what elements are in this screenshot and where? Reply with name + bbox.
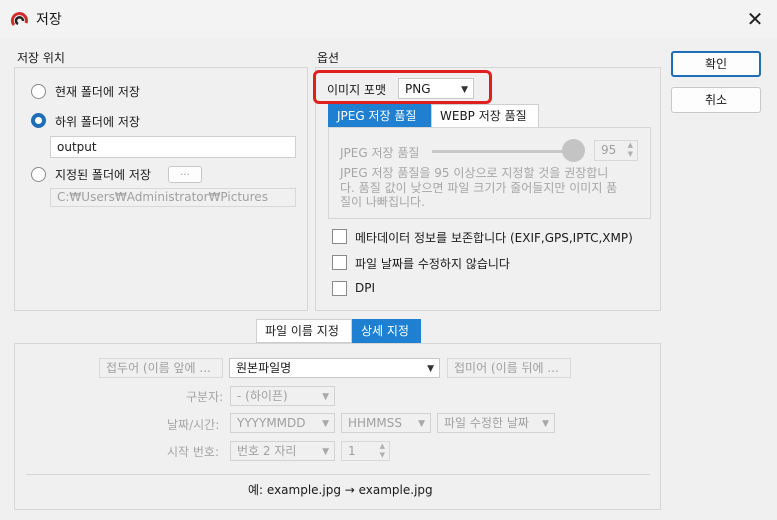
- base-name-select[interactable]: 원본파일명 ▼: [229, 358, 440, 378]
- quality-slider-track: [432, 150, 582, 153]
- tab-jpeg-quality[interactable]: JPEG 저장 품질: [328, 104, 431, 128]
- separator-value: - (하이픈): [237, 389, 288, 403]
- suffix-input[interactable]: 접미어 (이름 뒤에 ...: [447, 358, 571, 378]
- title-bar: 저장 ✕: [0, 0, 777, 38]
- separator-select[interactable]: - (하이픈) ▼: [230, 386, 335, 406]
- radio-current-folder-label: 현재 폴더에 저장: [55, 85, 140, 99]
- radio-current-folder[interactable]: [31, 84, 46, 99]
- radio-subfolder-label: 하위 폴더에 저장: [55, 115, 140, 129]
- digits-select[interactable]: 번호 2 자리 ▼: [230, 441, 335, 461]
- chevron-down-icon: ▼: [322, 419, 329, 429]
- quality-label: JPEG 저장 품질: [340, 146, 420, 160]
- chevron-down-icon: ▼: [427, 364, 434, 374]
- date-source-select[interactable]: 파일 수정한 날짜 ▼: [437, 413, 555, 433]
- spinner-arrows-icon: ▲ ▼: [379, 442, 385, 459]
- radio-subfolder[interactable]: [31, 113, 46, 128]
- folder-path-input[interactable]: C:₩Users₩Administrator₩Pictures: [50, 188, 296, 207]
- quality-slider-thumb[interactable]: [562, 139, 585, 162]
- tab-file-naming[interactable]: 파일 이름 지정: [256, 319, 352, 343]
- quality-spinner[interactable]: 95 ▲ ▼: [594, 140, 638, 161]
- spinner-arrows-icon: ▲ ▼: [627, 141, 633, 158]
- format-select[interactable]: PNG ▼: [398, 78, 474, 99]
- base-name-value: 원본파일명: [236, 361, 292, 375]
- date-format-select[interactable]: YYYYMMDD ▼: [230, 413, 335, 433]
- chevron-down-icon: ▼: [322, 447, 329, 457]
- browse-button[interactable]: ...: [168, 166, 202, 183]
- start-number-value: 1: [348, 444, 356, 458]
- prefix-input[interactable]: 접두어 (이름 앞에 ...: [99, 358, 223, 378]
- location-group-title: 저장 위치: [17, 51, 65, 65]
- chevron-down-icon: ▼: [418, 419, 425, 429]
- date-format-value: YYYYMMDD: [237, 416, 306, 430]
- window-title: 저장: [36, 12, 62, 28]
- chevron-down-icon: ▼: [461, 85, 468, 95]
- metadata-checkbox[interactable]: [332, 229, 347, 244]
- subfolder-input[interactable]: output: [50, 136, 296, 158]
- digits-value: 번호 2 자리: [237, 444, 297, 458]
- cancel-button[interactable]: 취소: [671, 87, 761, 113]
- radio-custom-folder[interactable]: [31, 167, 46, 182]
- metadata-checkbox-label: 메타데이터 정보를 보존합니다 (EXIF,GPS,IPTC,XMP): [355, 231, 633, 245]
- ok-button[interactable]: 확인: [671, 51, 761, 77]
- format-select-value: PNG: [405, 82, 431, 96]
- dpi-checkbox-label: DPI: [355, 281, 376, 295]
- quality-hint-line-3: 질이 나빠집니다.: [340, 195, 425, 209]
- options-group-title: 옵션: [317, 51, 340, 65]
- time-format-select[interactable]: HHMMSS ▼: [341, 413, 431, 433]
- keep-date-checkbox-label: 파일 날짜를 수정하지 않습니다: [355, 257, 510, 271]
- app-logo-icon: [10, 12, 28, 26]
- divider: [26, 474, 650, 475]
- format-label: 이미지 포맷: [327, 83, 387, 97]
- dpi-checkbox[interactable]: [332, 281, 347, 296]
- time-format-value: HHMMSS: [348, 416, 402, 430]
- tab-advanced[interactable]: 상세 지정: [352, 319, 421, 343]
- date-source-value: 파일 수정한 날짜: [444, 416, 529, 430]
- quality-spinner-value: 95: [601, 143, 617, 157]
- tab-webp-quality[interactable]: WEBP 저장 품질: [431, 104, 539, 128]
- start-number-spinner[interactable]: 1 ▲ ▼: [341, 441, 390, 461]
- start-number-label: 시작 번호:: [167, 445, 220, 459]
- chevron-down-icon: ▼: [322, 392, 329, 402]
- datetime-label: 날짜/시간:: [167, 418, 220, 432]
- close-icon[interactable]: ✕: [744, 8, 766, 30]
- separator-label: 구분자:: [186, 390, 224, 404]
- example-text: 예: example.jpg → example.jpg: [248, 483, 433, 497]
- chevron-down-icon: ▼: [542, 419, 549, 429]
- radio-custom-folder-label: 지정된 폴더에 저장: [55, 168, 151, 182]
- keep-date-checkbox[interactable]: [332, 255, 347, 270]
